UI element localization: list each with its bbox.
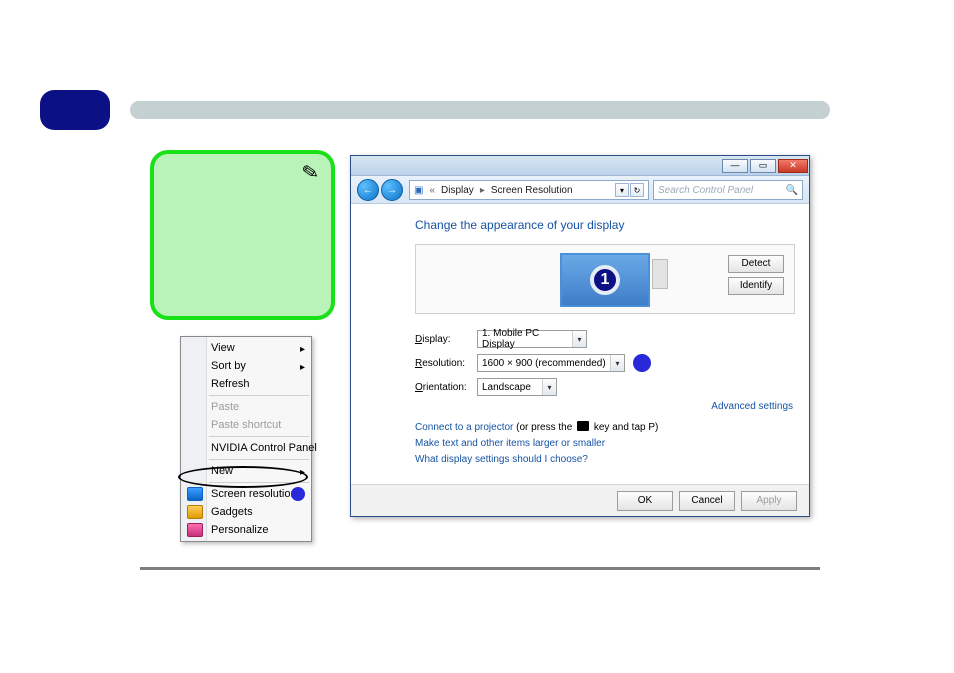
search-placeholder: Search Control Panel (658, 185, 753, 196)
personalize-icon (187, 523, 203, 537)
maximize-icon: ▭ (759, 161, 768, 170)
header-bar (130, 101, 830, 119)
close-icon: ✕ (789, 161, 797, 170)
connect-projector-link[interactable]: Connect to a projector (415, 422, 513, 433)
header-pill (40, 90, 110, 130)
callout-dot (291, 487, 305, 501)
ctx-item-gadgets[interactable]: Gadgets (181, 503, 311, 521)
resolution-label: Resolution: (415, 358, 477, 369)
page-header (40, 90, 830, 130)
ctx-separator (209, 482, 309, 483)
ok-button[interactable]: OK (617, 491, 673, 511)
monitor-number-badge: 1 (590, 265, 620, 295)
window-footer: OK Cancel Apply (351, 484, 809, 516)
resolution-value: 1600 × 900 (recommended) (482, 358, 606, 369)
ctx-item-paste-shortcut: Paste shortcut (181, 416, 311, 434)
breadcrumb-prefix: « (429, 185, 435, 196)
resolution-dropdown[interactable]: 1600 × 900 (recommended) ▾ (477, 354, 625, 372)
ctx-item-nvidia[interactable]: NVIDIA Control Panel (181, 439, 311, 457)
gadgets-icon (187, 505, 203, 519)
window-body: Change the appearance of your display 1 … (351, 204, 809, 484)
ctx-label: Refresh (211, 378, 250, 390)
address-bar: ← → ▣ « Display ▸ Screen Resolution ▾ ↻ … (351, 176, 809, 204)
ctx-item-screen-resolution[interactable]: Screen resolution (181, 485, 311, 503)
note-box: ✎ (150, 150, 335, 320)
close-button[interactable]: ✕ (778, 159, 808, 173)
page-rule (140, 567, 820, 570)
secondary-monitor-thumbnail (652, 259, 668, 289)
maximize-button[interactable]: ▭ (750, 159, 776, 173)
page-heading: Change the appearance of your display (415, 218, 795, 232)
ctx-label: Paste shortcut (211, 419, 281, 431)
ctx-separator (209, 459, 309, 460)
breadcrumb-bar[interactable]: ▣ « Display ▸ Screen Resolution ▾ ↻ (409, 180, 649, 200)
monitor-icon (187, 487, 203, 501)
ctx-label: NVIDIA Control Panel (211, 442, 317, 454)
breadcrumb-refresh-button[interactable]: ↻ (630, 183, 644, 197)
projector-tail-a: (or press the (513, 422, 575, 433)
orientation-row: Orientation: Landscape ▾ (415, 376, 795, 398)
display-value: 1. Mobile PC Display (482, 328, 570, 350)
ctx-label: Gadgets (211, 506, 253, 518)
breadcrumb-display[interactable]: Display (441, 185, 474, 196)
forward-arrow-icon: → (387, 185, 397, 196)
resolution-row: Resolution: 1600 × 900 (recommended) ▾ (415, 352, 795, 374)
breadcrumb-screen-resolution[interactable]: Screen Resolution (491, 185, 573, 196)
pencil-icon: ✎ (300, 159, 321, 187)
display-label: Display: (415, 334, 477, 345)
ctx-item-new[interactable]: New ▸ (181, 462, 311, 480)
chevron-down-icon: ▾ (572, 331, 586, 347)
orientation-value: Landscape (482, 382, 531, 393)
breadcrumb-dropdown-button[interactable]: ▾ (615, 183, 629, 197)
nav-back-button[interactable]: ← (357, 179, 379, 201)
text-size-link[interactable]: Make text and other items larger or smal… (415, 438, 605, 449)
ctx-separator (209, 436, 309, 437)
ctx-label: Screen resolution (211, 488, 297, 500)
ctx-label: Personalize (211, 524, 268, 536)
what-settings-link[interactable]: What display settings should I choose? (415, 454, 588, 465)
back-arrow-icon: ← (363, 185, 373, 196)
screen-resolution-window: — ▭ ✕ ← → ▣ « Display ▸ Screen Resolutio… (350, 155, 810, 517)
search-icon: 🔍 (786, 185, 798, 196)
display-row: Display: 1. Mobile PC Display ▾ (415, 328, 795, 350)
identify-button[interactable]: Identify (728, 277, 784, 295)
nav-forward-button[interactable]: → (381, 179, 403, 201)
apply-button: Apply (741, 491, 797, 511)
display-preview: 1 Detect Identify (415, 244, 795, 314)
display-dropdown[interactable]: 1. Mobile PC Display ▾ (477, 330, 587, 348)
orientation-dropdown[interactable]: Landscape ▾ (477, 378, 557, 396)
search-input[interactable]: Search Control Panel 🔍 (653, 180, 803, 200)
ctx-item-refresh[interactable]: Refresh (181, 375, 311, 393)
minimize-icon: — (731, 161, 740, 170)
chevron-down-icon: ▾ (542, 379, 556, 395)
submenu-arrow-icon: ▸ (300, 464, 305, 482)
orientation-label: Orientation: (415, 382, 477, 393)
chevron-right-icon: ▸ (480, 185, 485, 196)
ctx-label: New (211, 465, 233, 477)
ctx-item-sort[interactable]: Sort by▸ (181, 357, 311, 375)
detect-button[interactable]: Detect (728, 255, 784, 273)
ctx-separator (209, 395, 309, 396)
ctx-item-view[interactable]: View▸ (181, 339, 311, 357)
minimize-button[interactable]: — (722, 159, 748, 173)
windows-key-icon (577, 421, 589, 431)
ctx-label: View (211, 342, 235, 354)
ctx-label: Paste (211, 401, 239, 413)
ctx-item-paste: Paste (181, 398, 311, 416)
control-panel-icon: ▣ (414, 185, 423, 196)
desktop-context-menu: View▸ Sort by▸ Refresh Paste Paste short… (180, 336, 312, 542)
chevron-down-icon: ▾ (610, 355, 624, 371)
callout-dot (633, 354, 651, 372)
cancel-button[interactable]: Cancel (679, 491, 735, 511)
ctx-item-personalize[interactable]: Personalize (181, 521, 311, 539)
titlebar[interactable]: — ▭ ✕ (351, 156, 809, 176)
advanced-settings-link[interactable]: Advanced settings (711, 401, 793, 412)
projector-tail-b: key and tap P) (591, 422, 658, 433)
ctx-label: Sort by (211, 360, 246, 372)
monitor-thumbnail[interactable]: 1 (560, 253, 650, 307)
hints-block: Connect to a projector (or press the key… (415, 420, 795, 468)
